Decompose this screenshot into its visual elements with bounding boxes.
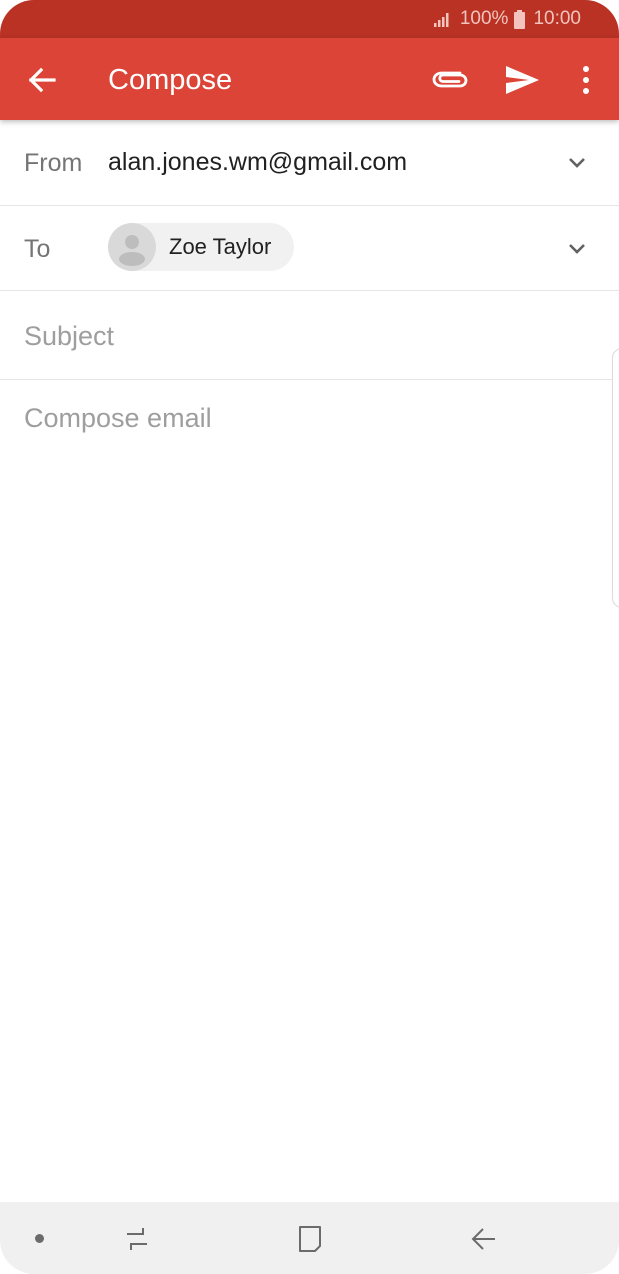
person-icon — [119, 235, 145, 266]
battery-percent: 100% — [459, 8, 509, 29]
phone-screen: 100% 10:00 Compose From alan.jones.wm@gm… — [0, 0, 619, 1274]
edge-panel-handle[interactable] — [612, 348, 619, 608]
from-address[interactable]: alan.jones.wm@gmail.com — [108, 148, 407, 177]
status-bar: 100% 10:00 — [0, 0, 619, 38]
from-row: From alan.jones.wm@gmail.com — [0, 120, 619, 206]
subject-placeholder: Subject — [24, 321, 115, 351]
avatar — [108, 223, 156, 271]
app-bar: Compose — [0, 38, 619, 120]
back-arrow-icon[interactable] — [24, 62, 60, 98]
to-label: To — [24, 235, 51, 263]
chevron-down-icon[interactable] — [564, 236, 590, 262]
chevron-down-icon[interactable] — [564, 150, 590, 176]
recent-apps-icon[interactable] — [122, 1224, 152, 1254]
signal-icon — [433, 13, 449, 27]
battery-icon — [514, 9, 526, 29]
compose-body-field[interactable]: Compose email — [24, 403, 212, 434]
send-icon[interactable] — [503, 61, 541, 99]
home-icon[interactable] — [296, 1224, 324, 1254]
nav-back-icon[interactable] — [469, 1224, 499, 1254]
clock: 10:00 — [533, 8, 581, 29]
subject-field[interactable]: Subject — [0, 291, 619, 380]
from-label: From — [24, 149, 83, 177]
navigation-bar — [0, 1202, 619, 1274]
paperclip-icon[interactable] — [430, 62, 468, 98]
more-vert-icon[interactable] — [572, 62, 600, 98]
recipient-chip[interactable]: Zoe Taylor — [108, 223, 294, 271]
page-title: Compose — [108, 64, 233, 96]
recipient-name: Zoe Taylor — [169, 234, 272, 259]
nav-dot-icon[interactable] — [35, 1234, 44, 1243]
to-row: To Zoe Taylor — [0, 206, 619, 291]
